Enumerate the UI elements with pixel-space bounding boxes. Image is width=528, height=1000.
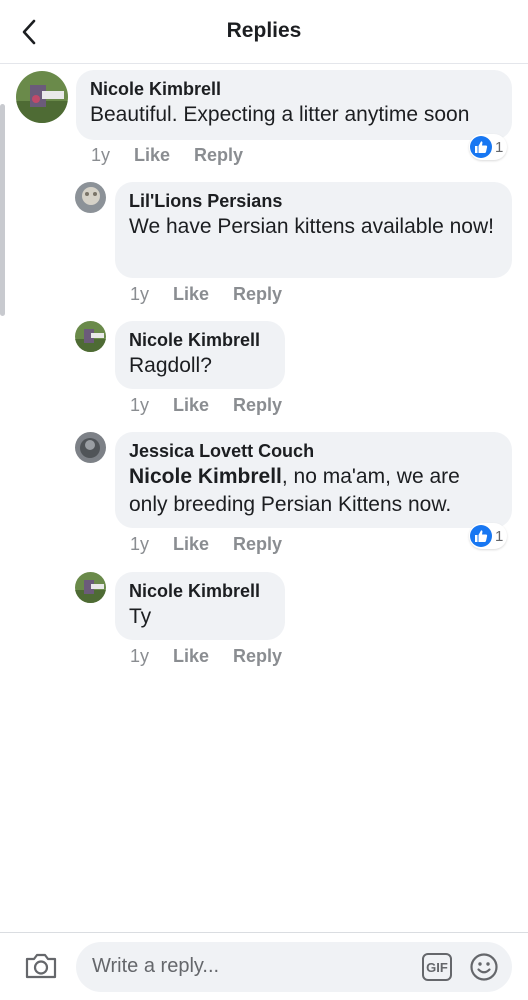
avatar[interactable] xyxy=(75,432,106,463)
like-button[interactable]: Like xyxy=(173,534,209,555)
comment-author[interactable]: Jessica Lovett Couch xyxy=(129,440,499,462)
comment-bubble: Nicole Kimbrell Ty xyxy=(115,572,285,640)
gif-button[interactable]: GIF xyxy=(422,953,452,981)
comment-author[interactable]: Nicole Kimbrell xyxy=(129,580,272,602)
comment-actions: 1y Like Reply xyxy=(130,646,306,667)
page-title: Replies xyxy=(226,19,302,42)
comment-actions: 1y Like Reply xyxy=(130,284,306,305)
reply-button[interactable]: Reply xyxy=(233,395,282,416)
comment-author[interactable]: Nicole Kimbrell xyxy=(129,329,272,351)
comment-text: Ty xyxy=(129,605,152,628)
like-button[interactable]: Like xyxy=(173,284,209,305)
camera-button[interactable] xyxy=(22,949,60,983)
mention-link[interactable]: Nicole Kimbrell xyxy=(129,465,282,488)
like-button[interactable]: Like xyxy=(173,395,209,416)
reply-input[interactable]: Write a reply... GIF xyxy=(76,942,512,992)
reply-button[interactable]: Reply xyxy=(233,534,282,555)
reply-button[interactable]: Reply xyxy=(233,646,282,667)
top-bar: Replies xyxy=(0,0,528,64)
comment-text: Ragdoll? xyxy=(129,354,212,377)
comment-bubble: Nicole Kimbrell Beautiful. Expecting a l… xyxy=(76,70,512,140)
thumbs-up-icon xyxy=(470,525,492,547)
comment-actions: 1y Like Reply xyxy=(130,395,306,416)
comment-author[interactable]: Nicole Kimbrell xyxy=(90,78,499,100)
avatar[interactable] xyxy=(16,71,68,123)
like-button[interactable]: Like xyxy=(173,646,209,667)
reaction-badge[interactable]: 1 xyxy=(469,134,508,160)
reaction-count: 1 xyxy=(495,138,504,156)
comment-time: 1y xyxy=(91,145,111,165)
comment-time: 1y xyxy=(130,395,150,415)
smiley-icon xyxy=(470,953,498,981)
avatar[interactable] xyxy=(75,182,106,213)
comment-bubble: Nicole Kimbrell Ragdoll? xyxy=(115,321,285,389)
reaction-count: 1 xyxy=(495,527,504,545)
scroll-indicator[interactable] xyxy=(0,104,5,316)
reply-placeholder: Write a reply... xyxy=(92,955,220,977)
emoji-button[interactable] xyxy=(468,951,500,983)
reply-button[interactable]: Reply xyxy=(194,145,243,166)
avatar[interactable] xyxy=(75,321,106,352)
reaction-badge[interactable]: 1 xyxy=(469,523,508,549)
thumbs-up-icon xyxy=(470,136,492,158)
comment-bubble: Lil'Lions Persians We have Persian kitte… xyxy=(115,182,512,278)
comment-author[interactable]: Lil'Lions Persians xyxy=(129,190,499,212)
comment-time: 1y xyxy=(130,534,150,554)
comment-text: We have Persian kittens available now! xyxy=(129,215,494,238)
comment-text: Beautiful. Expecting a litter anytime so… xyxy=(90,103,470,126)
like-button[interactable]: Like xyxy=(134,145,170,166)
comment-time: 1y xyxy=(130,284,150,304)
comment-actions: 1y Like Reply xyxy=(91,145,267,166)
reply-composer: Write a reply... GIF xyxy=(0,932,528,1000)
comment-bubble: Jessica Lovett Couch Nicole Kimbrell, no… xyxy=(115,432,512,528)
comment-time: 1y xyxy=(130,646,150,666)
camera-icon xyxy=(25,953,57,979)
avatar[interactable] xyxy=(75,572,106,603)
comment-actions: 1y Like Reply xyxy=(130,534,306,555)
reply-button[interactable]: Reply xyxy=(233,284,282,305)
comment-text: Nicole Kimbrell, no ma'am, we are only b… xyxy=(129,463,499,519)
